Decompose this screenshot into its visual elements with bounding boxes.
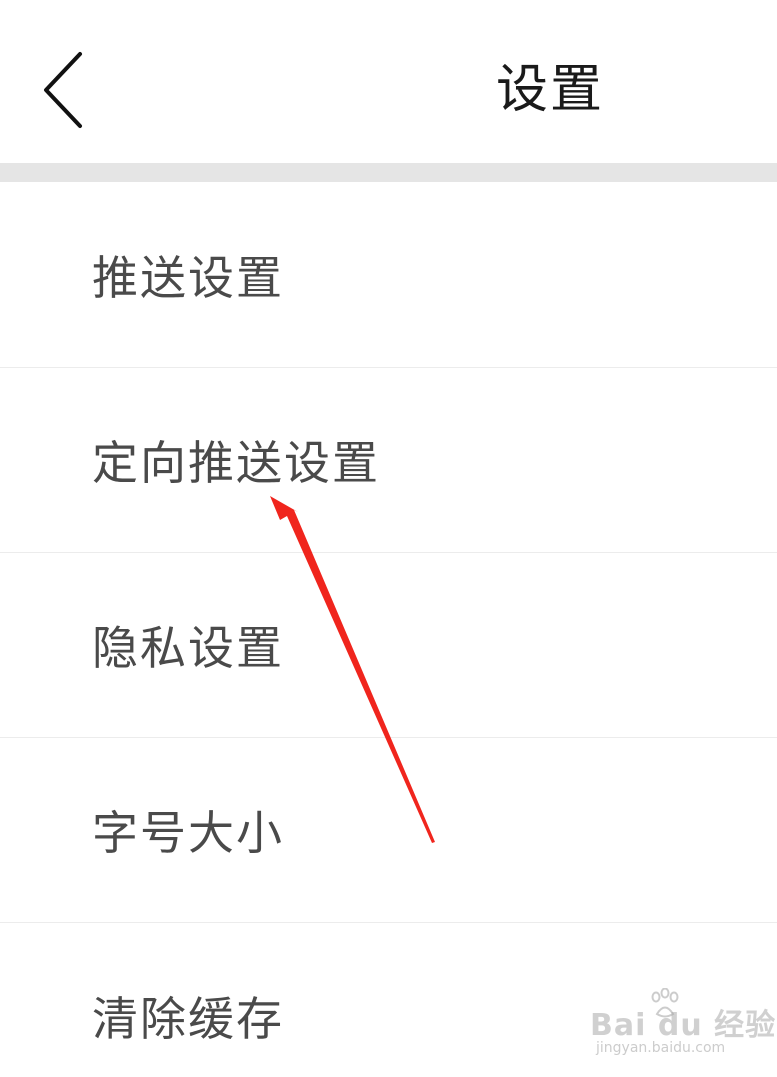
menu-item-font-size[interactable]: 字号大小 [0, 738, 777, 923]
menu-item-targeted-push-settings[interactable]: 定向推送设置 [0, 368, 777, 553]
menu-item-clear-cache[interactable]: 清除缓存 [0, 923, 777, 1077]
menu-item-label: 推送设置 [92, 250, 284, 305]
page-title: 设置 [495, 60, 604, 120]
menu-item-privacy-settings[interactable]: 隐私设置 [0, 553, 777, 738]
header-divider [0, 163, 777, 182]
settings-menu-list: 推送设置 定向推送设置 隐私设置 字号大小 清除缓存 [0, 182, 777, 1077]
menu-item-label: 定向推送设置 [92, 436, 380, 490]
top-nav-bar: 设置 [0, 0, 777, 163]
back-button[interactable] [30, 44, 100, 134]
chevron-left-icon [44, 52, 82, 128]
menu-item-label: 清除缓存 [92, 991, 284, 1046]
menu-item-label: 字号大小 [92, 806, 284, 860]
menu-item-label: 隐私设置 [92, 621, 284, 675]
menu-item-push-settings[interactable]: 推送设置 [0, 182, 777, 368]
